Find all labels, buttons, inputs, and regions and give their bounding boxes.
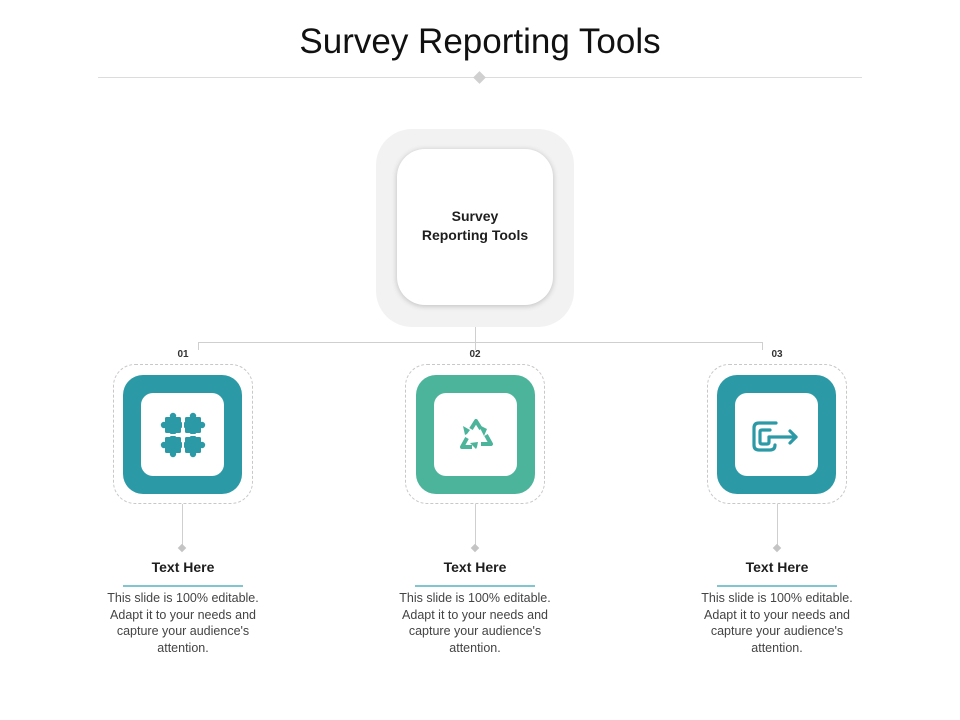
- step-title-03: Text Here: [745, 559, 809, 575]
- step-description-03: This slide is 100% editable. Adapt it to…: [701, 591, 853, 655]
- step-connector-01: [182, 504, 183, 545]
- recycle-icon: [459, 418, 493, 449]
- hub-card: Survey Reporting Tools: [397, 149, 553, 305]
- page-title: Survey Reporting Tools: [299, 22, 661, 61]
- step-title-02: Text Here: [443, 559, 507, 575]
- step-dot-02: [470, 543, 480, 553]
- step-icon-holder-02: [434, 393, 517, 476]
- step-tile-02: [416, 375, 535, 494]
- step-title-underline-02: [415, 585, 535, 587]
- step-title-01: Text Here: [151, 559, 215, 575]
- step-dot-01: [177, 543, 187, 553]
- step-description-02: This slide is 100% editable. Adapt it to…: [399, 591, 551, 655]
- step-number-02: 02: [469, 349, 481, 360]
- step-connector-03: [777, 504, 778, 545]
- export-icon: [751, 420, 798, 452]
- branch-connector-horizontal: [198, 342, 762, 343]
- step-number-01: 01: [177, 349, 189, 360]
- puzzle-icon: [160, 412, 205, 457]
- step-description-01: This slide is 100% editable. Adapt it to…: [107, 591, 259, 655]
- step-icon-holder-03: [735, 393, 818, 476]
- step-icon-holder-01: [141, 393, 224, 476]
- step-title-underline-03: [717, 585, 837, 587]
- title-divider-diamond: [473, 71, 486, 84]
- step-number-03: 03: [771, 349, 783, 360]
- step-tile-01: [123, 375, 242, 494]
- step-dot-03: [772, 543, 782, 553]
- hub-label: Survey Reporting Tools: [421, 208, 529, 243]
- step-title-underline-01: [123, 585, 243, 587]
- step-tile-03: [717, 375, 836, 494]
- hub-connector-stem: [475, 327, 476, 342]
- step-connector-02: [475, 504, 476, 545]
